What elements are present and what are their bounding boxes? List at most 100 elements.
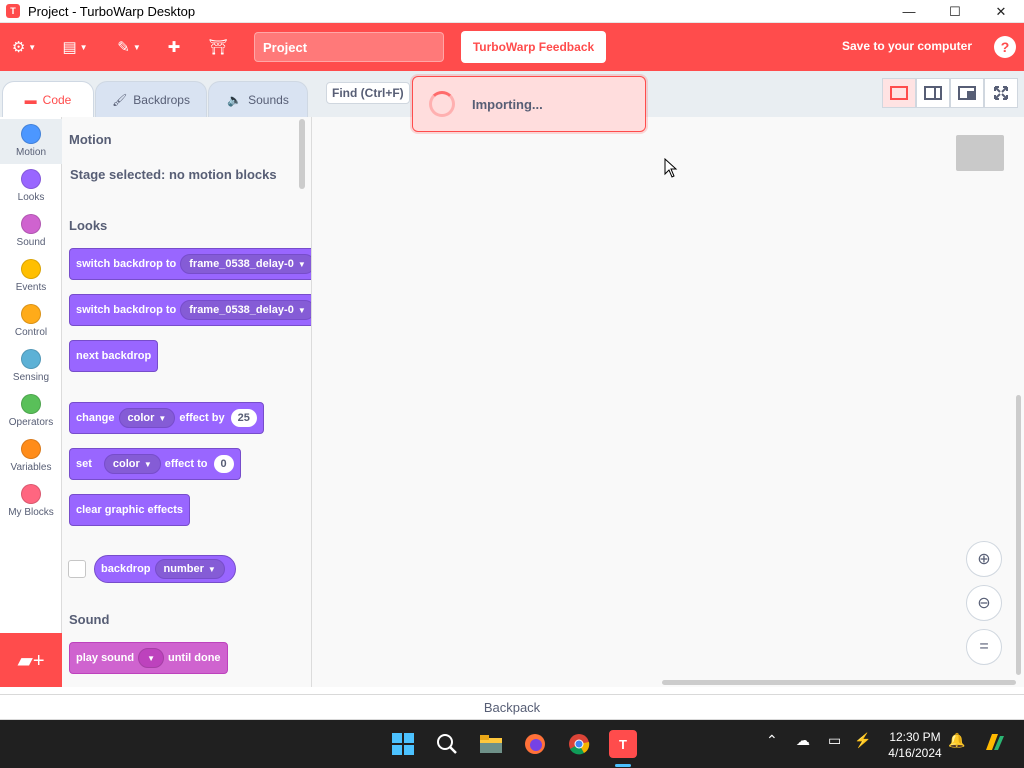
category-operators[interactable]: Operators: [0, 389, 62, 434]
workspace-horizontal-scrollbar[interactable]: [662, 680, 1016, 685]
motion-color-icon: [21, 124, 41, 144]
tab-backdrops[interactable]: 🖌 Backdrops: [95, 81, 207, 117]
set-effect-block[interactable]: set color ▼ effect to 0: [69, 448, 241, 480]
chrome-button[interactable]: [565, 730, 593, 758]
next-backdrop-block[interactable]: next backdrop: [69, 340, 159, 372]
small-stage-button[interactable]: [882, 78, 916, 108]
set-amount-input[interactable]: 0: [213, 455, 234, 473]
chevron-down-icon: ▼: [297, 260, 306, 269]
chevron-down-icon: ▼: [143, 460, 152, 469]
help-button[interactable]: ?: [994, 36, 1016, 58]
workspace-vertical-scrollbar[interactable]: [1016, 395, 1021, 675]
code-workspace[interactable]: [312, 117, 1024, 687]
zoom-out-icon: ⊖: [977, 595, 991, 612]
category-control[interactable]: Control: [0, 299, 62, 344]
copilot-icon: [986, 734, 1004, 750]
events-color-icon: [21, 259, 41, 279]
monitor-icon: ▭: [828, 732, 842, 748]
palette-scrollbar[interactable]: [299, 119, 305, 189]
category-motion[interactable]: Motion: [0, 119, 62, 164]
fullscreen-button[interactable]: [984, 78, 1018, 108]
firefox-button[interactable]: [521, 730, 549, 758]
turbowarp-taskbar-button[interactable]: T: [609, 730, 637, 758]
find-input[interactable]: Find (Ctrl+F): [326, 82, 410, 104]
backdrop-dropdown[interactable]: frame_0538_delay-0 ▼: [180, 300, 311, 320]
speaker-icon: 🔈: [227, 92, 243, 107]
edit-menu[interactable]: ✎ ▼: [114, 23, 144, 71]
start-button[interactable]: [389, 730, 417, 758]
effect-dropdown[interactable]: color ▼: [118, 408, 176, 428]
chevron-up-icon: ⌃: [766, 732, 778, 748]
display-button[interactable]: ▭: [828, 732, 841, 749]
chevron-down-icon: ▼: [132, 42, 141, 52]
add-extension-icon: ▰+: [17, 649, 45, 672]
zoom-out-button[interactable]: ⊖: [966, 585, 1002, 621]
tab-sounds[interactable]: 🔈 Sounds: [208, 81, 308, 117]
chevron-down-icon: ▼: [147, 654, 155, 663]
file-explorer-button[interactable]: [477, 730, 505, 758]
tab-code[interactable]: ▬ Code: [2, 81, 94, 117]
close-button[interactable]: ✕: [978, 0, 1024, 23]
turbowarp-logo-icon: ⛩: [208, 39, 228, 56]
alert-message: Importing...: [472, 96, 543, 112]
control-color-icon: [21, 304, 41, 324]
category-events[interactable]: Events: [0, 254, 62, 299]
normal-stage-button[interactable]: [916, 78, 950, 108]
category-my-blocks[interactable]: My Blocks: [0, 479, 62, 524]
looks-heading: Looks: [69, 218, 108, 233]
gear-icon: ⚙: [11, 39, 26, 56]
category-looks[interactable]: Looks: [0, 164, 62, 209]
backdrop-property-dropdown[interactable]: number ▼: [154, 559, 225, 579]
category-sensing[interactable]: Sensing: [0, 344, 62, 389]
minimize-button[interactable]: —: [886, 0, 932, 23]
clear-graphic-effects-block[interactable]: clear graphic effects: [69, 494, 190, 526]
chevron-down-icon: ▼: [207, 565, 216, 574]
project-title-input[interactable]: Project: [254, 32, 444, 62]
copilot-button[interactable]: [982, 730, 1006, 757]
cloud-offline-icon: ☁: [796, 732, 810, 748]
switch-backdrop-and-wait-block[interactable]: switch backdrop to frame_0538_delay-0▼ a: [69, 294, 311, 326]
sound-dropdown[interactable]: ▼: [138, 648, 164, 668]
search-icon: [437, 734, 457, 754]
taskbar-clock[interactable]: 12:30 PM 4/16/2024: [878, 729, 952, 761]
search-button[interactable]: [433, 730, 461, 758]
switch-backdrop-block[interactable]: switch backdrop to frame_0538_delay-0 ▼: [69, 248, 311, 280]
zoom-reset-button[interactable]: =: [966, 629, 1002, 665]
backdrop-dropdown[interactable]: frame_0538_delay-0 ▼: [180, 254, 311, 274]
firefox-icon: [525, 734, 545, 754]
effect-dropdown[interactable]: color ▼: [103, 454, 161, 474]
category-sound[interactable]: Sound: [0, 209, 62, 254]
window-titlebar: T Project - TurboWarp Desktop — ☐ ✕: [0, 0, 1024, 23]
stage-thumbnail: [956, 135, 1004, 171]
zoom-in-button[interactable]: ⊕: [966, 541, 1002, 577]
file-menu[interactable]: ▤ ▼: [60, 23, 90, 71]
addons-button[interactable]: ✚: [162, 23, 186, 71]
backdrop-reporter-checkbox[interactable]: [68, 560, 86, 578]
backdrop-number-reporter[interactable]: backdrop number ▼: [94, 555, 236, 583]
turbowarp-feedback-button[interactable]: TurboWarp Feedback: [461, 31, 606, 63]
change-amount-input[interactable]: 25: [230, 409, 257, 427]
save-to-computer-link[interactable]: Save to your computer: [842, 39, 972, 53]
turbowarp-logo-icon: T: [619, 736, 627, 752]
backpack-bar[interactable]: Backpack: [0, 694, 1024, 720]
large-stage-button[interactable]: [950, 78, 984, 108]
turbowarp-menu[interactable]: ⛩: [206, 23, 230, 71]
play-sound-until-done-block[interactable]: play sound ▼ until done: [69, 642, 228, 674]
notifications-button[interactable]: 🔔: [948, 732, 965, 749]
chevron-down-icon: ▼: [79, 42, 88, 52]
network-button[interactable]: ⚡: [854, 732, 871, 749]
sound-heading: Sound: [69, 612, 110, 627]
turbowarp-app-icon: T: [6, 4, 20, 18]
maximize-button[interactable]: ☐: [932, 0, 978, 23]
active-app-indicator: [615, 764, 631, 767]
settings-menu[interactable]: ⚙ ▼: [8, 23, 40, 71]
file-icon: ▤: [62, 39, 77, 56]
category-variables[interactable]: Variables: [0, 434, 62, 479]
network-offline-button[interactable]: ☁: [796, 732, 810, 749]
change-effect-block[interactable]: change color ▼ effect by 25: [69, 402, 264, 434]
puzzle-icon: ✚: [167, 39, 181, 56]
add-extension-button[interactable]: ▰+: [0, 633, 62, 687]
windows-taskbar: T ⌃ ☁ ▭ ⚡ 12:30 PM 4/16/2024 🔔: [0, 720, 1024, 768]
show-hidden-icons-button[interactable]: ⌃: [766, 732, 778, 749]
no-motion-blocks-note: Stage selected: no motion blocks: [70, 167, 277, 182]
